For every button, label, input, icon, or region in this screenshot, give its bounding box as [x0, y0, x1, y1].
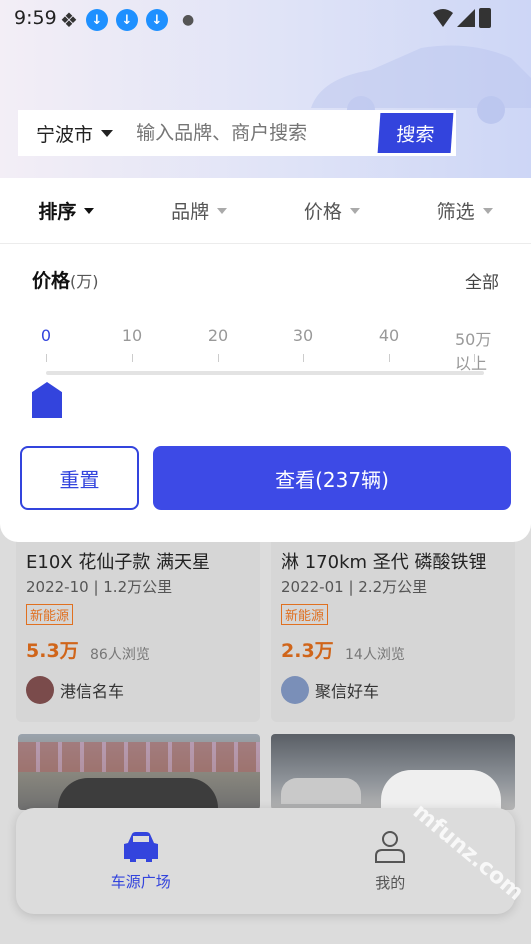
- listing-meta: 2022-10 | 1.2万公里: [26, 578, 173, 596]
- listing-tag: 新能源: [281, 604, 329, 625]
- listing-dealer[interactable]: 港信名车: [26, 676, 124, 704]
- wifi-icon: [433, 9, 453, 27]
- price-unit-label: (万): [70, 272, 99, 291]
- download-icon: ↓: [145, 9, 168, 31]
- search-input[interactable]: [136, 122, 380, 144]
- status-notification-icons: ❖ ↓ ↓ ↓ ●: [60, 8, 194, 32]
- nav-car-source[interactable]: 车源广场: [16, 808, 266, 914]
- view-results-button[interactable]: 查看(237辆): [153, 446, 511, 510]
- tick-mark: [389, 354, 390, 362]
- signal-icon: [457, 9, 475, 27]
- filter-panel: 排序 品牌 价格 筛选 价格(万) 全部 0 10 20 30 40 50万以上…: [0, 178, 531, 542]
- price-title-label: 价格: [32, 270, 71, 292]
- chevron-down-icon: [349, 207, 360, 214]
- tick-mark: [218, 354, 219, 362]
- tick-label: 50万以上: [455, 330, 492, 373]
- search-bar: 宁波市 搜索: [18, 110, 456, 156]
- dealer-avatar: [26, 676, 54, 704]
- filter-tabs: 排序 品牌 价格 筛选: [0, 178, 531, 244]
- tab-label: 价格: [303, 201, 342, 223]
- listing-title: 淋 170km 圣代 磷酸铁锂: [281, 552, 487, 573]
- download-icon: ↓: [115, 9, 138, 31]
- tick-mark: [132, 354, 133, 362]
- chevron-down-icon: [217, 207, 228, 214]
- photo-car: [381, 770, 501, 810]
- tab-filter[interactable]: 筛选: [398, 197, 531, 224]
- price-filter-title: 价格(万): [32, 266, 99, 293]
- search-button[interactable]: 搜索: [377, 113, 454, 153]
- listing-card[interactable]: 淋 170km 圣代 磷酸铁锂 2022-01 | 2.2万公里 新能源 2.3…: [271, 520, 515, 722]
- listing-price: 5.3万: [26, 640, 79, 662]
- status-system-icons: [433, 8, 491, 28]
- dealer-name: 聚信好车: [315, 682, 380, 701]
- listing-views: 14人浏览: [345, 647, 405, 663]
- chevron-down-icon: [101, 129, 114, 137]
- listing-dealer[interactable]: 聚信好车: [281, 676, 379, 704]
- nav-label: 我的: [375, 873, 406, 892]
- price-slider-track[interactable]: [46, 371, 484, 375]
- car-icon: [123, 831, 158, 862]
- status-time: 9:59: [14, 7, 57, 29]
- tick-label: 0: [40, 326, 52, 345]
- user-icon: [375, 830, 406, 863]
- battery-icon: [479, 8, 491, 28]
- listing-tag: 新能源: [26, 604, 74, 625]
- photo-car: [281, 778, 361, 804]
- price-slider-handle[interactable]: [32, 382, 62, 418]
- city-label: 宁波市: [36, 123, 94, 146]
- tick-mark: [474, 354, 475, 362]
- listing-title: E10X 花仙子款 满天星: [26, 552, 211, 573]
- tab-label: 品牌: [171, 201, 210, 223]
- price-scale: 0 10 20 30 40 50万以上: [28, 326, 512, 373]
- tick-label: 20: [207, 326, 229, 345]
- tick-label: 40: [378, 326, 400, 345]
- listing-card[interactable]: E10X 花仙子款 满天星 2022-10 | 1.2万公里 新能源 5.3万 …: [16, 520, 260, 722]
- more-notifications-icon: ●: [181, 12, 195, 28]
- listing-views: 86人浏览: [90, 647, 150, 663]
- tick-mark: [303, 354, 304, 362]
- price-all-option[interactable]: 全部: [465, 268, 499, 293]
- tab-price[interactable]: 价格: [266, 197, 399, 224]
- photo-detail: [18, 742, 260, 772]
- dealer-avatar: [281, 676, 309, 704]
- chevron-down-icon: [482, 207, 493, 214]
- reset-button[interactable]: 重置: [20, 446, 139, 510]
- tick-mark: [46, 354, 47, 362]
- listing-price: 2.3万: [281, 640, 334, 662]
- nav-label: 车源广场: [110, 872, 171, 891]
- chevron-down-icon: [84, 207, 95, 214]
- tab-label: 排序: [38, 201, 77, 223]
- tab-sort[interactable]: 排序: [0, 197, 133, 224]
- listing-meta: 2022-01 | 2.2万公里: [281, 578, 428, 596]
- tab-label: 筛选: [436, 201, 475, 223]
- tick-label: 30: [292, 326, 314, 345]
- dealer-name: 港信名车: [60, 682, 125, 701]
- download-icon: ↓: [85, 9, 108, 31]
- city-selector[interactable]: 宁波市: [18, 120, 136, 147]
- tick-label: 10: [121, 326, 143, 345]
- photo-car: [58, 778, 218, 810]
- status-bar: 9:59 ❖ ↓ ↓ ↓ ●: [0, 0, 531, 38]
- listing-photo[interactable]: [271, 734, 515, 810]
- app-diamond-icon: ❖: [60, 8, 78, 32]
- listing-photo[interactable]: [18, 734, 260, 810]
- tab-brand[interactable]: 品牌: [133, 197, 266, 224]
